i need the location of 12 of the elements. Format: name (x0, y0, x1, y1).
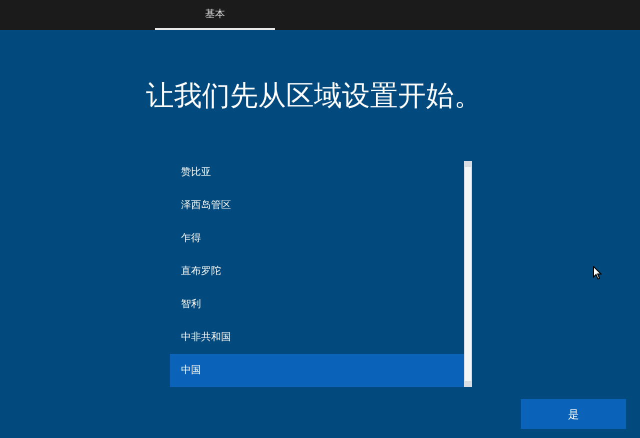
scrollbar[interactable] (464, 161, 472, 387)
yes-button[interactable]: 是 (521, 399, 626, 429)
region-item[interactable]: 泽西岛管区 (170, 189, 464, 222)
region-item[interactable]: 乍得 (170, 222, 464, 255)
page-title: 让我们先从区域设置开始。 (146, 78, 483, 114)
region-item[interactable]: 智利 (170, 288, 464, 321)
tab[interactable]: 基本 (155, 0, 275, 30)
region-item[interactable]: 中国 (170, 354, 464, 387)
mouse-cursor-icon (593, 266, 602, 280)
region-item[interactable]: 直布罗陀 (170, 255, 464, 288)
region-item[interactable]: 中非共和国 (170, 321, 464, 354)
region-item[interactable]: 赞比亚 (170, 156, 464, 189)
